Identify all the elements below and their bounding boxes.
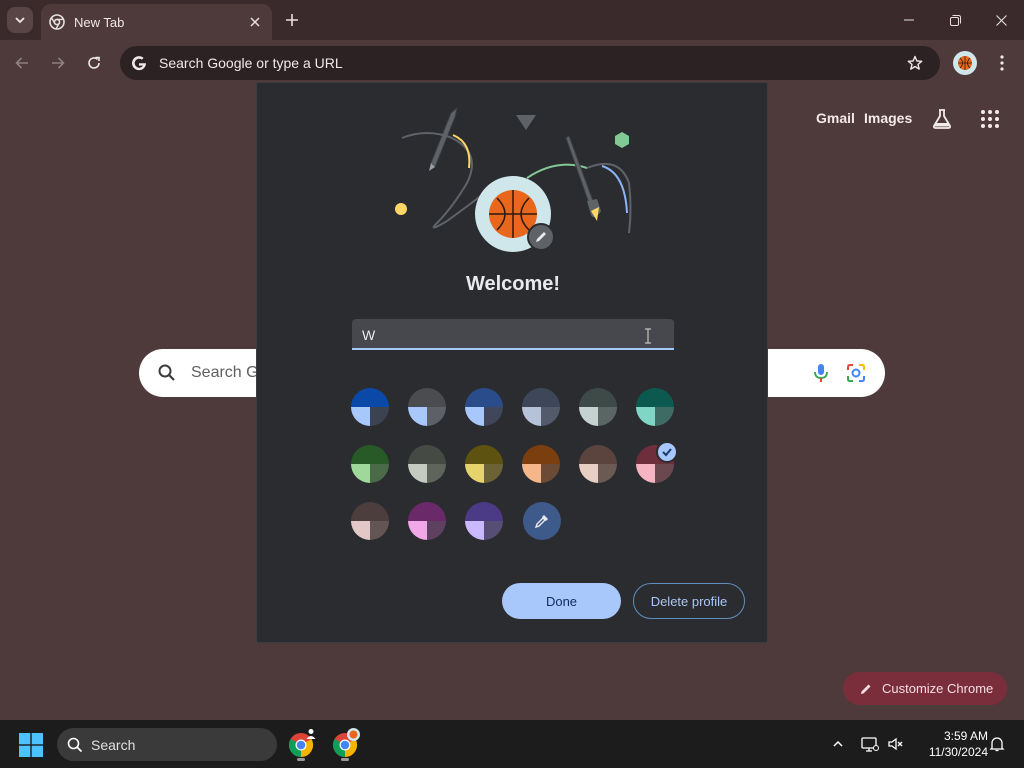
clock-time: 3:59 AM: [943, 729, 988, 743]
restore-button[interactable]: [932, 0, 978, 40]
plus-icon: [286, 14, 298, 26]
minimize-icon: [904, 19, 914, 21]
color-swatch[interactable]: [351, 502, 389, 540]
back-icon: [15, 57, 28, 69]
close-tab-button[interactable]: [245, 12, 265, 32]
basketball-avatar-icon: [953, 51, 977, 75]
reload-button[interactable]: [80, 49, 108, 77]
volume-button[interactable]: [885, 733, 907, 755]
mic-icon: [814, 364, 828, 382]
welcome-illustration: [395, 106, 632, 252]
bookmark-star-button[interactable]: [898, 46, 932, 80]
gmail-link[interactable]: Gmail: [816, 110, 855, 126]
clock-date: 11/30/2024: [928, 745, 988, 759]
omnibox-placeholder: Search Google or type a URL: [159, 55, 343, 71]
profile-customization-dialog: Welcome! W Done Delete profile: [256, 82, 768, 643]
new-tab-button[interactable]: [280, 8, 304, 32]
volume-muted-icon: [888, 737, 903, 751]
delete-profile-button[interactable]: Delete profile: [633, 583, 745, 619]
labs-button[interactable]: [930, 107, 954, 131]
tab-new-tab[interactable]: New Tab: [41, 4, 272, 40]
dialog-title: Welcome!: [465, 273, 561, 295]
title-bar: New Tab: [0, 0, 1024, 40]
restore-icon: [949, 14, 961, 26]
custom-color-picker-button[interactable]: [523, 502, 561, 540]
voice-search-button[interactable]: [809, 361, 833, 390]
taskbar-chrome-app[interactable]: [284, 728, 318, 762]
windows-start-icon: [19, 733, 43, 757]
taskbar: Search 3:59 AM 11/30/2024: [0, 720, 1024, 768]
text-cursor-icon: [645, 328, 651, 344]
color-swatch[interactable]: [579, 388, 617, 426]
close-icon: [995, 14, 1007, 26]
basketball-avatar-icon: [347, 728, 360, 741]
taskbar-search[interactable]: Search: [57, 728, 277, 761]
color-swatch[interactable]: [465, 388, 503, 426]
lens-icon: [847, 364, 865, 382]
bell-icon: [989, 737, 1005, 752]
network-icon: [861, 737, 879, 752]
customize-chrome-button[interactable]: Customize Chrome: [843, 672, 1007, 705]
chrome-menu-button[interactable]: [990, 51, 1014, 75]
images-link[interactable]: Images: [864, 110, 912, 126]
color-swatch[interactable]: [636, 388, 674, 426]
pencil-icon: [861, 684, 871, 694]
reload-icon: [88, 56, 100, 69]
color-swatch[interactable]: [351, 445, 389, 483]
system-clock[interactable]: 3:59 AM 11/30/2024: [912, 728, 988, 760]
chevron-down-icon: [15, 17, 25, 24]
ntp-search-placeholder: Search G: [191, 364, 259, 381]
lens-search-button[interactable]: [844, 361, 868, 390]
running-indicator: [341, 758, 349, 761]
taskbar-search-label: Search: [91, 736, 136, 753]
show-hidden-icons-button[interactable]: [827, 733, 849, 755]
chrome-icon: [49, 14, 65, 30]
taskbar-chrome-profile-app[interactable]: [328, 728, 362, 762]
color-swatch[interactable]: [465, 502, 503, 540]
minimize-button[interactable]: [886, 0, 932, 40]
omnibox[interactable]: Search Google or type a URL: [120, 46, 940, 80]
profile-button[interactable]: [953, 51, 977, 75]
color-swatch[interactable]: [408, 502, 446, 540]
labs-flask-icon: [933, 109, 951, 129]
color-swatch[interactable]: [579, 445, 617, 483]
star-icon: [907, 55, 923, 70]
notifications-button[interactable]: [986, 733, 1008, 755]
network-button[interactable]: [859, 733, 881, 755]
google-apps-button[interactable]: [978, 107, 1002, 131]
check-icon: [662, 448, 672, 457]
color-swatch[interactable]: [408, 445, 446, 483]
start-button[interactable]: [19, 733, 43, 757]
chevron-up-icon: [833, 740, 843, 747]
selected-check-badge: [656, 441, 678, 463]
eyedropper-icon: [534, 515, 548, 529]
profile-name-input[interactable]: W: [352, 319, 674, 350]
color-swatch[interactable]: [522, 445, 560, 483]
search-icon: [67, 737, 83, 752]
color-swatch[interactable]: [522, 388, 560, 426]
running-indicator: [297, 758, 305, 761]
profile-name-value: W: [362, 327, 376, 343]
tab-search-button[interactable]: [7, 7, 33, 33]
close-icon: [250, 17, 260, 27]
color-swatch[interactable]: [351, 388, 389, 426]
back-button[interactable]: [8, 49, 36, 77]
close-window-button[interactable]: [978, 0, 1024, 40]
forward-icon: [52, 57, 65, 69]
tab-title: New Tab: [74, 14, 125, 30]
brush-icon: [565, 135, 601, 221]
forward-button[interactable]: [44, 49, 72, 77]
profile-badge-icon: [306, 729, 316, 739]
color-swatch[interactable]: [408, 388, 446, 426]
color-swatch[interactable]: [465, 445, 503, 483]
apps-grid-icon: [981, 110, 999, 128]
customize-chrome-label: Customize Chrome: [882, 681, 994, 696]
done-button[interactable]: Done: [502, 583, 621, 619]
google-g-icon: [122, 46, 156, 80]
kebab-menu-icon: [1000, 55, 1004, 71]
search-icon: [157, 363, 177, 388]
toolbar: Search Google or type a URL: [0, 40, 1024, 86]
